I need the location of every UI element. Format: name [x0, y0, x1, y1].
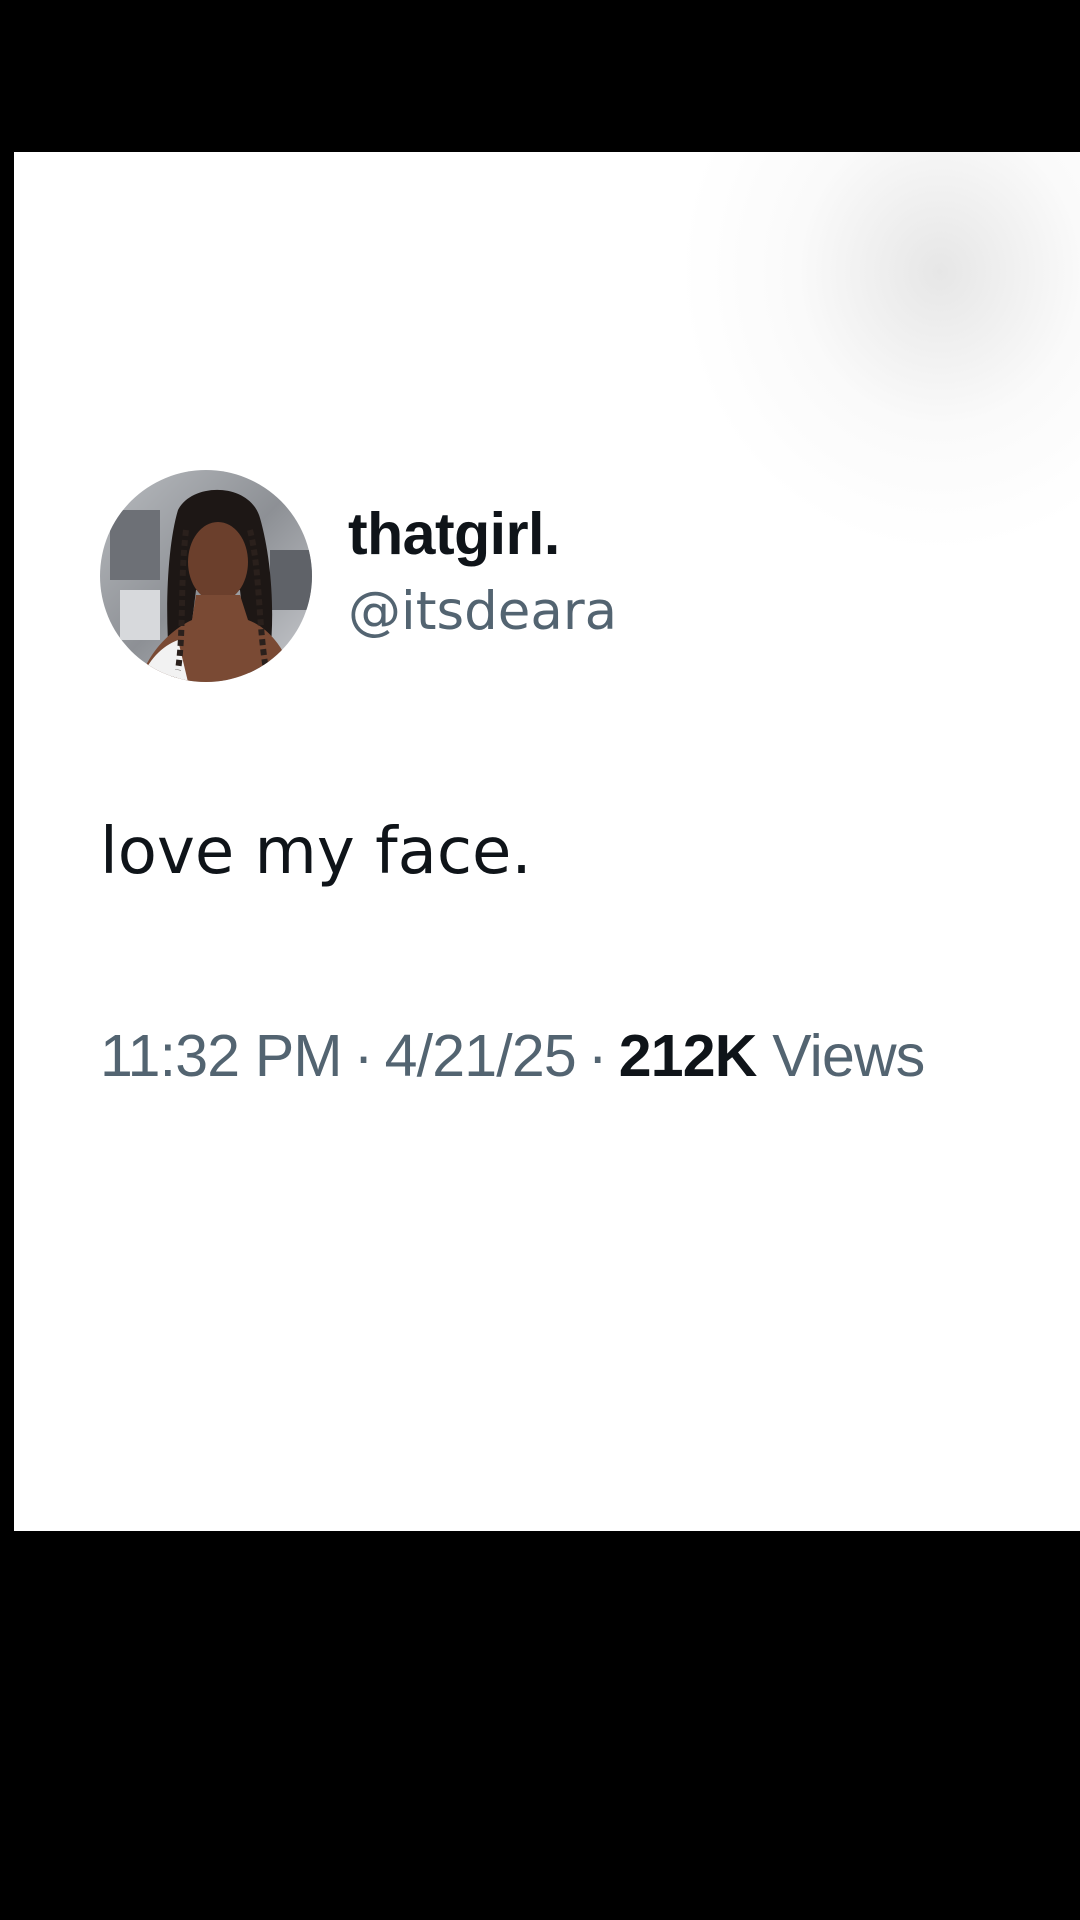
views-count[interactable]: 212K: [619, 1023, 758, 1089]
views-label: Views: [772, 1023, 925, 1089]
username-handle[interactable]: @itsdeara: [348, 577, 617, 647]
tweet-text: love my face.: [100, 815, 532, 889]
author-names: thatgirl. @itsdeara: [348, 499, 617, 647]
display-name[interactable]: thatgirl.: [348, 499, 617, 569]
meta-separator: ·: [353, 1023, 374, 1089]
avatar[interactable]: [100, 470, 312, 682]
tweet-time[interactable]: 11:32 PM: [100, 1023, 343, 1089]
tweet: thatgirl. @itsdeara love my face. 11:32 …: [100, 470, 1060, 1092]
video-frame: thatgirl. @itsdeara love my face. 11:32 …: [0, 0, 1080, 1920]
tweet-card: thatgirl. @itsdeara love my face. 11:32 …: [14, 152, 1080, 1531]
profile-photo-icon: [100, 470, 312, 682]
tweet-meta: 11:32 PM · 4/21/25 · 212K Views: [100, 1020, 1060, 1092]
meta-separator: ·: [587, 1023, 608, 1089]
tweet-header: thatgirl. @itsdeara: [100, 470, 1060, 682]
tweet-date[interactable]: 4/21/25: [385, 1023, 577, 1089]
